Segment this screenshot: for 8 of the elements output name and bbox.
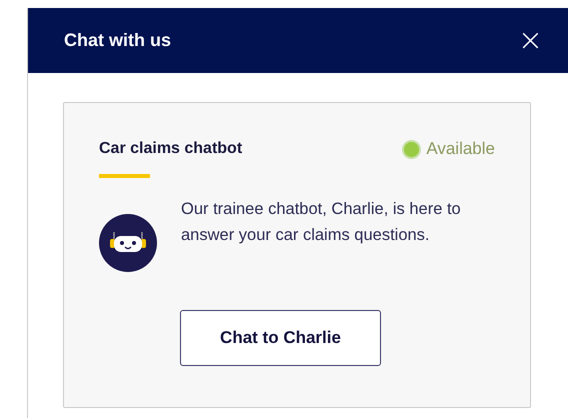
- description-text: Our trainee chatbot, Charlie, is here to answer your car claims questions.: [181, 199, 462, 246]
- title-underline: [99, 174, 150, 178]
- close-button[interactable]: ×: [518, 26, 543, 56]
- window-title: Chat with us: [64, 30, 171, 51]
- chat-button[interactable]: Chat to Charlie: [180, 310, 381, 366]
- status-label: Available: [426, 139, 495, 159]
- robot-icon: [99, 214, 157, 272]
- card-title: Car claims chatbot: [99, 140, 242, 158]
